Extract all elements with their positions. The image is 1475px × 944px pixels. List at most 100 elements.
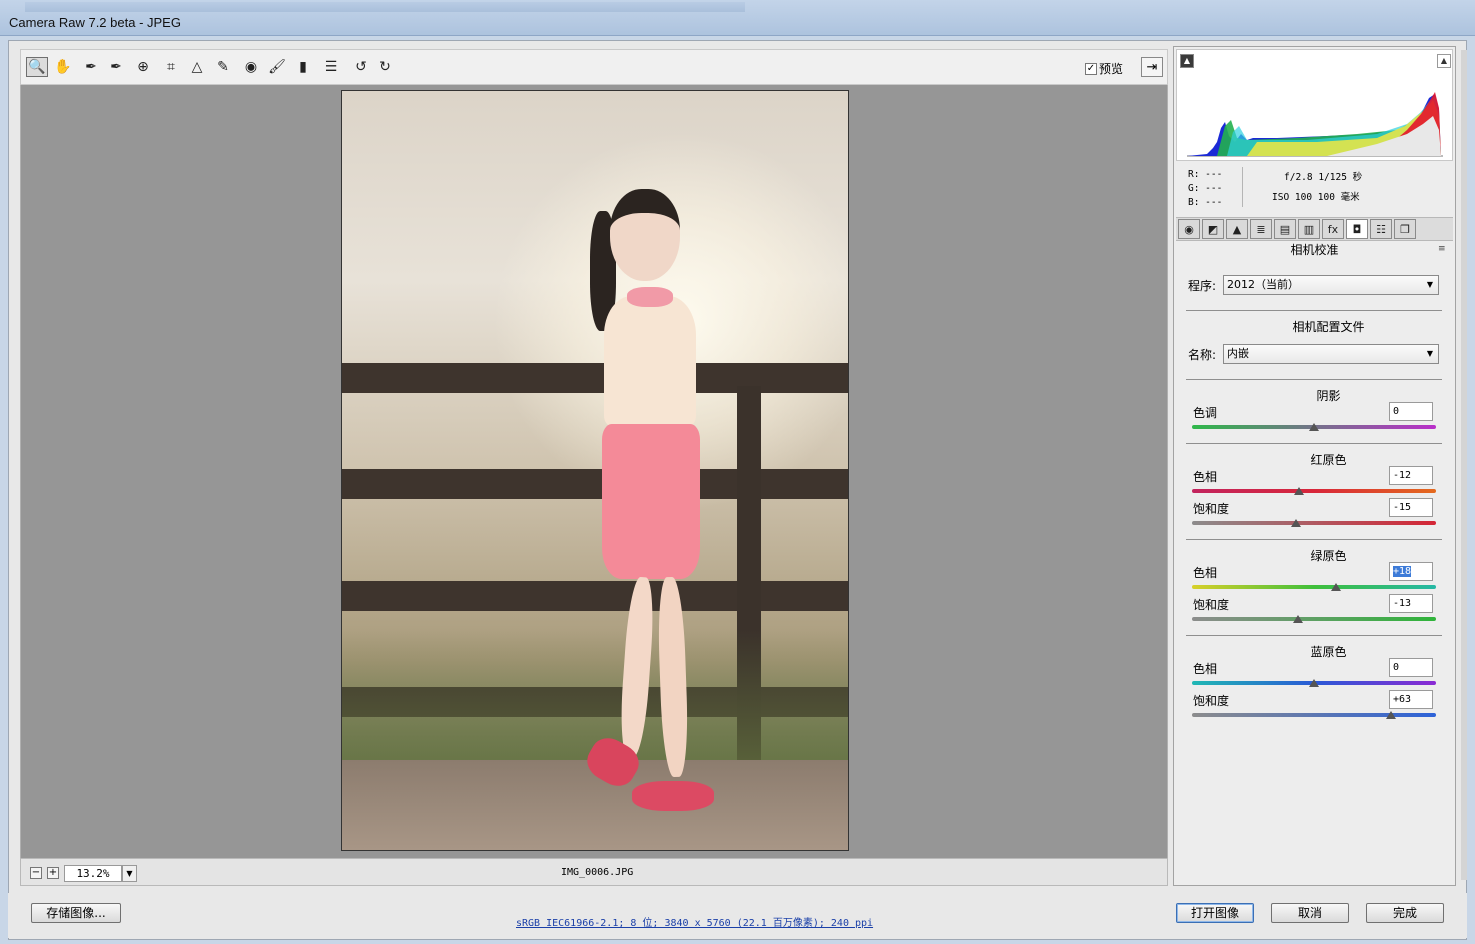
red-hue-slider[interactable]	[1192, 489, 1436, 493]
panel-tabs: ◉ ◩ ▲ ≣ ▤ ▥ fx ◘ ☷ ❐	[1176, 217, 1453, 241]
zoom-out-button[interactable]: −	[30, 867, 42, 879]
zoom-tool[interactable]: 🔍	[26, 57, 48, 77]
crop-icon: ⌗	[167, 59, 175, 75]
title-bar-strip	[25, 2, 745, 12]
green-saturation-slider[interactable]	[1192, 617, 1436, 621]
info-divider	[1242, 167, 1243, 207]
photo-fence-rail	[342, 581, 848, 611]
tab-lens-corrections[interactable]: ▥	[1298, 219, 1320, 239]
process-value: 2012（当前）	[1227, 278, 1299, 291]
process-select[interactable]: 2012（当前） ▼	[1223, 275, 1439, 295]
profile-name-value: 内嵌	[1227, 347, 1249, 360]
green-saturation-field[interactable]: -13	[1389, 594, 1433, 613]
hand-icon: ✋	[54, 59, 72, 75]
graduated-filter-icon: ▮	[299, 59, 307, 75]
tab-snapshots-icon: ❐	[1400, 222, 1410, 236]
spot-removal-tool[interactable]: ✎	[212, 57, 234, 77]
green-hue-thumb[interactable]	[1330, 583, 1341, 591]
fullscreen-button[interactable]: ⇥	[1141, 57, 1163, 77]
photo-subject-shoe	[632, 781, 714, 811]
photo-fence-rail	[342, 363, 848, 393]
hand-tool[interactable]: ✋	[52, 57, 74, 77]
tab-basic-icon: ◉	[1184, 222, 1194, 236]
photo-subject-sweater	[604, 296, 696, 426]
rotate-left-icon: ↺	[355, 59, 367, 75]
preview-checkbox[interactable]: ✓	[1085, 62, 1097, 75]
image-canvas[interactable]	[20, 85, 1168, 858]
tab-detail[interactable]: ▲	[1226, 219, 1248, 239]
red-eye-tool[interactable]: ◉	[240, 57, 262, 77]
rgb-readout-g: G: ---	[1188, 183, 1223, 194]
adjustment-panel: ▲ ▲ R: --- G: --- B: --- f/2.8 1/125 秒 I…	[1173, 46, 1456, 886]
tab-hsl[interactable]: ≣	[1250, 219, 1272, 239]
tab-split-toning[interactable]: ▤	[1274, 219, 1296, 239]
divider	[1186, 310, 1442, 311]
red-hue-thumb[interactable]	[1294, 487, 1305, 495]
photo-preview[interactable]	[341, 90, 849, 851]
rotate-left-tool[interactable]: ↺	[350, 57, 372, 77]
white-balance-tool[interactable]: ✒	[80, 57, 102, 77]
graduated-filter-tool[interactable]: ▮	[292, 57, 314, 77]
crop-tool[interactable]: ⌗	[160, 57, 182, 77]
blue-saturation-thumb[interactable]	[1385, 711, 1396, 719]
shadows-tint-field[interactable]: 0	[1389, 402, 1433, 421]
tab-camera-calibration-icon: ◘	[1352, 222, 1362, 236]
white-balance-icon: ✒	[85, 59, 97, 75]
shadows-tint-thumb[interactable]	[1309, 423, 1319, 431]
photo-subject-skirt	[602, 424, 700, 579]
adjustment-brush-tool[interactable]: 🖌	[266, 57, 288, 77]
green-hue-slider[interactable]	[1192, 585, 1436, 589]
save-image-button[interactable]: 存储图像...	[31, 903, 121, 923]
profile-name-select[interactable]: 内嵌 ▼	[1223, 344, 1439, 364]
tab-effects[interactable]: fx	[1322, 219, 1344, 239]
cancel-button[interactable]: 取消	[1271, 903, 1349, 923]
window-title: Camera Raw 7.2 beta - JPEG	[9, 15, 181, 30]
tab-effects-icon: fx	[1327, 222, 1339, 236]
targeted-adjustment-tool[interactable]: ⊕	[132, 57, 154, 77]
red-hue-field[interactable]: -12	[1389, 466, 1433, 485]
red-saturation-thumb[interactable]	[1290, 519, 1301, 527]
zoom-level-field[interactable]: 13.2%	[64, 865, 122, 882]
blue-hue-thumb[interactable]	[1309, 679, 1319, 687]
tab-camera-calibration[interactable]: ◘	[1346, 219, 1368, 239]
done-button[interactable]: 完成	[1366, 903, 1444, 923]
fullscreen-icon: ⇥	[1146, 59, 1158, 75]
camera-info: R: --- G: --- B: --- f/2.8 1/125 秒 ISO 1…	[1176, 163, 1453, 213]
spot-removal-icon: ✎	[217, 59, 229, 75]
straighten-tool[interactable]: △	[186, 57, 208, 77]
blue-saturation-field[interactable]: +63	[1389, 690, 1433, 709]
tab-split-toning-icon: ▤	[1279, 222, 1291, 236]
red-saturation-field[interactable]: -15	[1389, 498, 1433, 517]
green-saturation-thumb[interactable]	[1293, 615, 1304, 623]
rotate-right-tool[interactable]: ↻	[374, 57, 396, 77]
zoom-in-button[interactable]: +	[47, 867, 59, 879]
tab-snapshots[interactable]: ❐	[1394, 219, 1416, 239]
tab-presets[interactable]: ☷	[1370, 219, 1392, 239]
green-hue-field[interactable]: +18	[1389, 562, 1433, 581]
red-eye-icon: ◉	[244, 59, 258, 75]
preferences-icon: ☰	[324, 59, 338, 75]
workflow-options-link[interactable]: sRGB IEC61966-2.1; 8 位; 3840 x 5760 (22.…	[516, 914, 873, 929]
blue-saturation-slider[interactable]	[1192, 713, 1436, 717]
zoom-dropdown-button[interactable]: ▼	[122, 865, 137, 882]
open-image-button[interactable]: 打开图像	[1176, 903, 1254, 923]
histogram: ▲ ▲	[1176, 49, 1453, 161]
title-bar: Camera Raw 7.2 beta - JPEG	[0, 0, 1475, 36]
photo-subject-collar	[627, 287, 673, 307]
preview-toggle[interactable]: ✓ 预览	[1085, 60, 1123, 77]
blue-hue-label: 色相	[1193, 662, 1218, 676]
tab-tone-curve[interactable]: ◩	[1202, 219, 1224, 239]
green-saturation-label: 饱和度	[1193, 598, 1230, 612]
blue-hue-field[interactable]: 0	[1389, 658, 1433, 677]
canvas-status-bar: − + 13.2% ▼ IMG_0006.JPG	[20, 858, 1168, 886]
divider	[1186, 539, 1442, 540]
tab-basic[interactable]: ◉	[1178, 219, 1200, 239]
toolbar: 🔍 ✋ ✒ ✒ ⊕ ⌗ △ ✎ ◉ 🖌 ▮ ☰ ↺ ↻ ✓ 预览 ⇥	[20, 49, 1168, 85]
preferences-tool[interactable]: ☰	[320, 57, 342, 77]
panel-menu-icon[interactable]: ≡	[1438, 244, 1446, 254]
color-sampler-tool[interactable]: ✒	[105, 57, 127, 77]
red-saturation-slider[interactable]	[1192, 521, 1436, 525]
panel-title: 相机校准	[1290, 243, 1339, 257]
exif-aperture-shutter: f/2.8 1/125 秒	[1284, 172, 1363, 183]
targeted-adjustment-icon: ⊕	[137, 59, 149, 75]
